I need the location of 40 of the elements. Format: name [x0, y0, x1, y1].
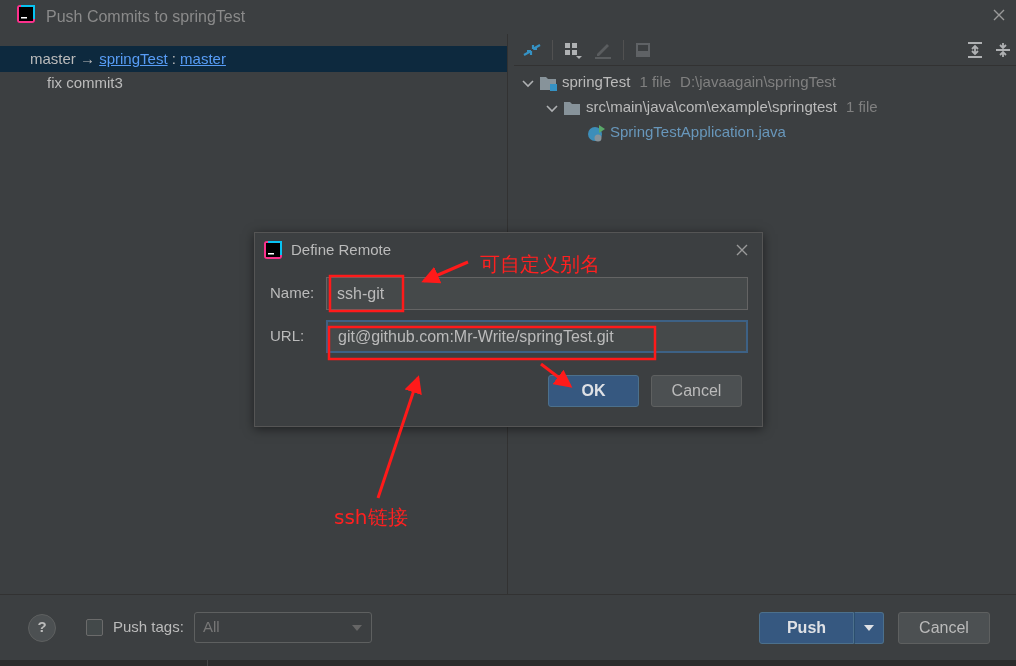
help-button[interactable]: ?: [28, 613, 56, 642]
file-count: 1 file: [845, 97, 878, 118]
annotation-text: ssh链接: [334, 504, 408, 531]
dialog-title: Define Remote: [291, 239, 393, 260]
push-tags-checkbox[interactable]: [86, 619, 103, 636]
annotation-arrow: [540, 362, 573, 388]
tree-node-label[interactable]: src\main\java\com\example\springtest: [586, 96, 837, 119]
file-name[interactable]: SpringTestApplication.java: [610, 121, 786, 144]
push-menu-button[interactable]: [854, 611, 884, 644]
file-path: D:\javaagain\springTest: [680, 72, 836, 93]
window-title: Push Commits to springTest: [46, 7, 247, 27]
close-icon[interactable]: [736, 244, 748, 256]
field-label: Name:: [270, 283, 316, 304]
cancel-button[interactable]: Cancel: [651, 375, 742, 407]
expand-all-icon[interactable]: [966, 40, 984, 59]
cancel-button[interactable]: Cancel: [898, 611, 990, 644]
file-count: 1 file: [639, 72, 672, 93]
ok-button[interactable]: OK: [548, 375, 639, 407]
group-by-icon[interactable]: [563, 40, 583, 59]
field-label: URL:: [270, 326, 306, 347]
module-folder-icon: [539, 74, 557, 91]
app-logo-icon: [16, 3, 36, 24]
java-class-icon: [587, 123, 605, 142]
push-tags-label: Push tags:: [113, 617, 184, 638]
push-button[interactable]: Push: [759, 611, 854, 644]
caret-icon: [863, 624, 875, 633]
folder-icon: [563, 99, 581, 116]
commit-item[interactable]: fix commit3: [47, 74, 123, 91]
branch-link[interactable]: master: [180, 50, 226, 67]
remote-link[interactable]: springTest: [99, 50, 168, 67]
annotation-text: 可自定义别名: [480, 251, 600, 278]
tree-node-label[interactable]: springTest: [562, 71, 631, 94]
input-field[interactable]: git@github.com:Mr-Write/springTest.git: [326, 320, 748, 353]
annotation-arrow: [421, 260, 469, 284]
branch-row[interactable]: master → springTest : master: [0, 46, 507, 72]
caret-icon: [350, 623, 363, 632]
close-icon[interactable]: [992, 7, 1006, 22]
collapse-all-icon[interactable]: [994, 40, 1012, 59]
input-field[interactable]: ssh-git: [326, 277, 748, 310]
app-logo-icon: [263, 240, 283, 260]
